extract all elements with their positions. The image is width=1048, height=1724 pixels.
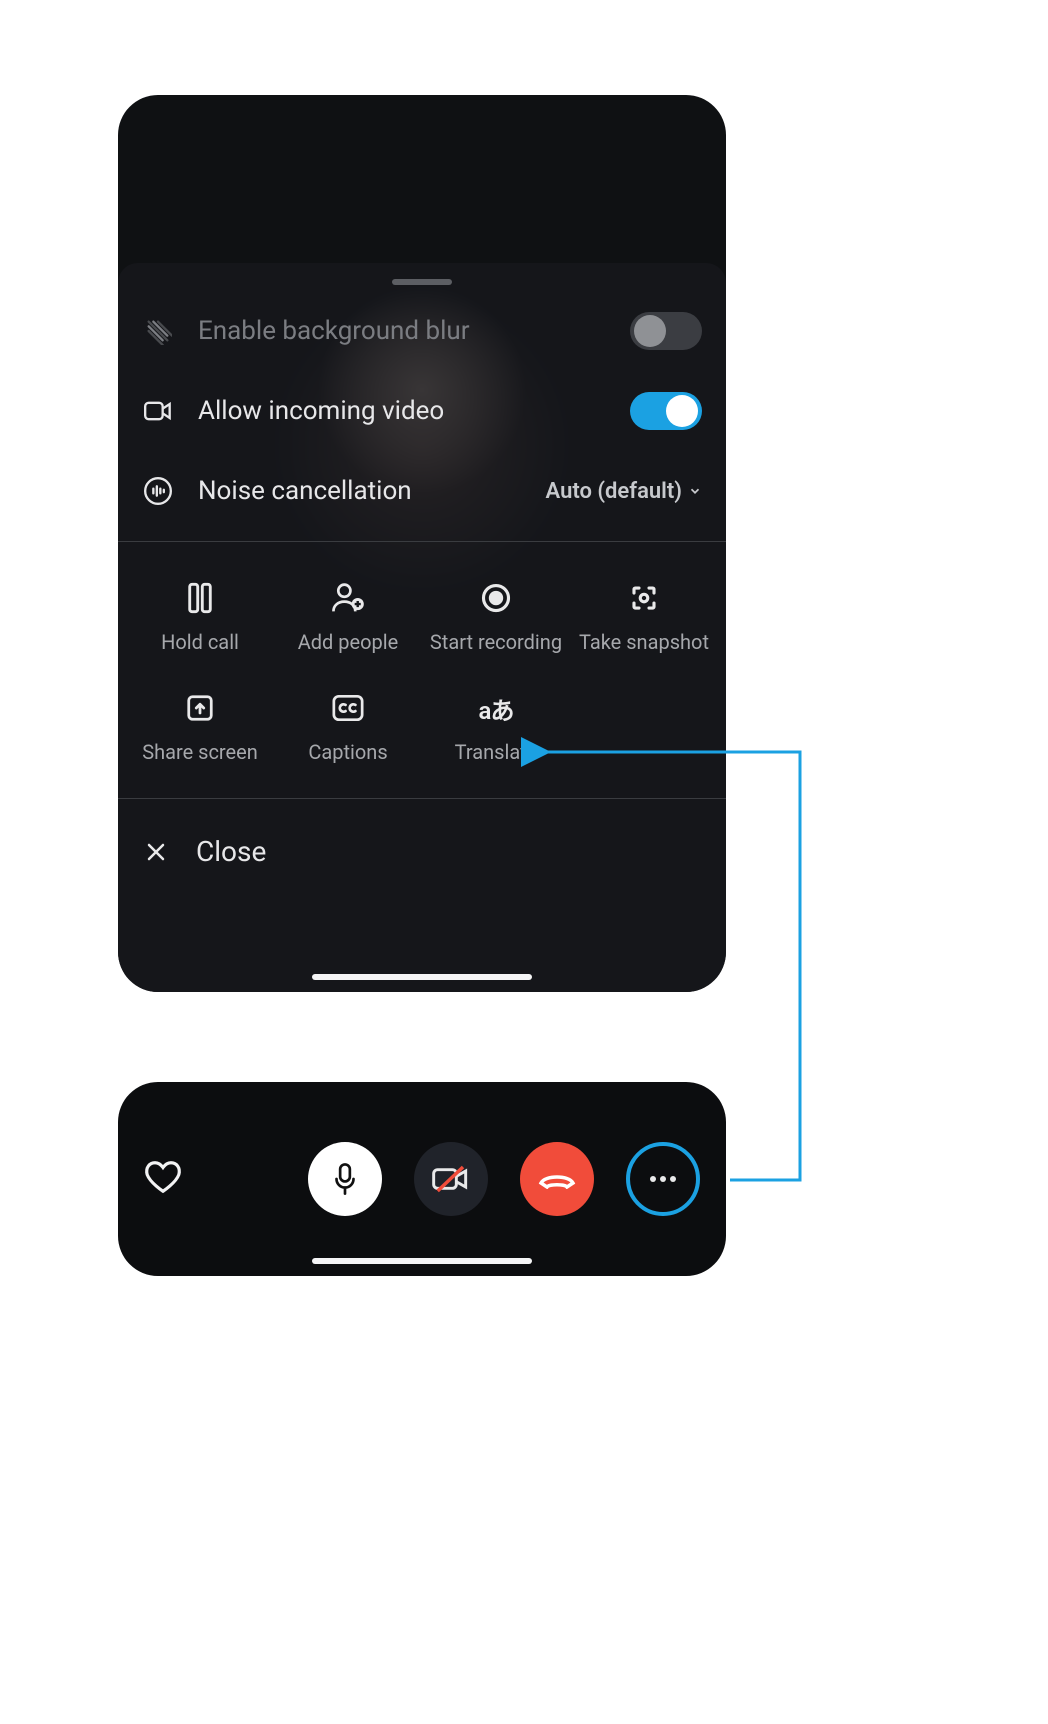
blur-label: Enable background blur [198, 316, 470, 346]
share-screen-icon [182, 690, 218, 726]
action-hold-call[interactable]: Hold call [126, 580, 274, 654]
blur-icon [142, 317, 174, 345]
close-icon [142, 840, 170, 864]
chevron-down-icon [688, 484, 702, 498]
more-options-button[interactable] [626, 1142, 700, 1216]
row-incoming-video: Allow incoming video [118, 371, 726, 451]
close-label: Close [196, 835, 266, 868]
home-indicator [312, 974, 532, 980]
react-button[interactable] [144, 1158, 182, 1200]
blur-toggle[interactable] [630, 312, 702, 350]
action-label: Captions [308, 740, 387, 764]
action-captions[interactable]: Captions [274, 690, 422, 764]
translate-icon: aあ [478, 690, 514, 726]
video-icon [142, 399, 174, 423]
pause-icon [182, 580, 218, 616]
action-label: Start recording [430, 630, 562, 654]
person-add-icon [330, 580, 366, 616]
incoming-label: Allow incoming video [198, 396, 444, 426]
options-sheet: Enable background blur Allow incoming vi… [118, 263, 726, 992]
action-grid: Hold call Add people Start recording [118, 552, 726, 788]
mute-button[interactable] [308, 1142, 382, 1216]
more-icon [648, 1175, 678, 1183]
action-label: Share screen [142, 740, 258, 764]
captions-icon [330, 690, 366, 726]
snapshot-icon [626, 580, 662, 616]
noise-icon [142, 477, 174, 505]
control-group [308, 1142, 700, 1216]
separator [118, 541, 726, 542]
action-label: Translate [455, 740, 538, 764]
microphone-icon [330, 1162, 360, 1196]
action-translate[interactable]: aあ Translate [422, 690, 570, 764]
separator [118, 798, 726, 799]
action-label: Hold call [161, 630, 239, 654]
action-share-screen[interactable]: Share screen [126, 690, 274, 764]
action-take-snapshot[interactable]: Take snapshot [570, 580, 718, 654]
action-label: Take snapshot [579, 630, 709, 654]
row-noise-cancellation[interactable]: Noise cancellation Auto (default) [118, 451, 726, 531]
hangup-icon [537, 1169, 577, 1189]
incoming-toggle[interactable] [630, 392, 702, 430]
home-indicator [312, 1258, 532, 1264]
camera-button[interactable] [414, 1142, 488, 1216]
hangup-button[interactable] [520, 1142, 594, 1216]
row-background-blur: Enable background blur [118, 291, 726, 371]
noise-value: Auto (default) [546, 479, 703, 504]
action-label: Add people [298, 630, 399, 654]
call-options-panel: Enable background blur Allow incoming vi… [118, 95, 726, 992]
noise-value-text: Auto (default) [546, 479, 683, 504]
action-add-people[interactable]: Add people [274, 580, 422, 654]
call-controls-panel [118, 1082, 726, 1276]
record-icon [478, 580, 514, 616]
sheet-grab-handle[interactable] [392, 279, 452, 285]
noise-label: Noise cancellation [198, 476, 412, 506]
camera-off-icon [431, 1164, 471, 1194]
action-start-recording[interactable]: Start recording [422, 580, 570, 654]
close-row[interactable]: Close [118, 809, 726, 912]
